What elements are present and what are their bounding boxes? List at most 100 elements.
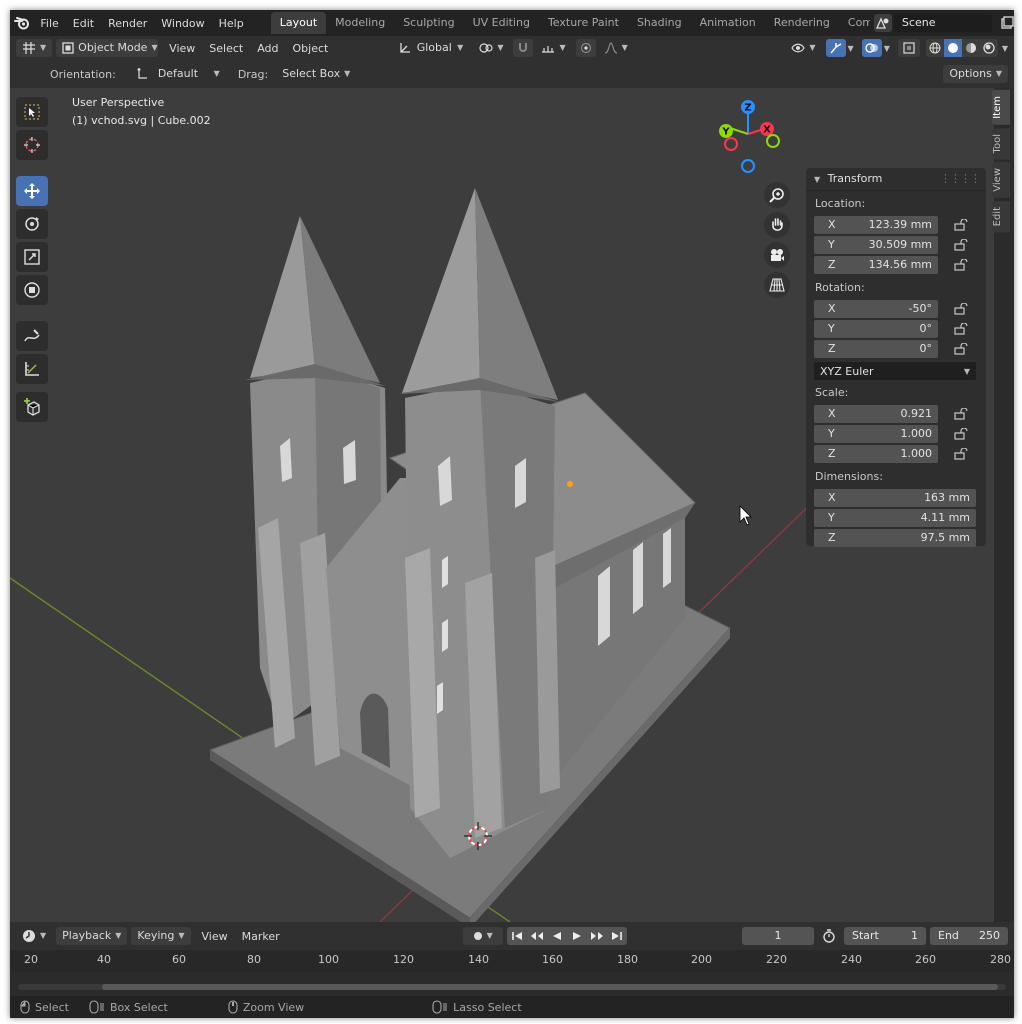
keying-dropdown[interactable]: Keying ▼ <box>131 927 191 945</box>
jump-start-icon[interactable] <box>506 927 527 945</box>
chevron-down-icon[interactable]: ▼ <box>884 44 890 53</box>
shading-wireframe-icon[interactable] <box>925 39 944 57</box>
lock-icon[interactable] <box>954 238 968 251</box>
3d-viewport[interactable]: User Perspective (1) vchod.svg | Cube.00… <box>10 88 994 922</box>
tab-animation[interactable]: Animation <box>691 12 765 34</box>
play-icon[interactable] <box>566 927 587 945</box>
chevron-down-icon[interactable]: ▼ <box>1002 44 1008 53</box>
rotation-x-field[interactable]: X -50° <box>814 299 938 318</box>
mode-dropdown[interactable]: Object Mode ▼ <box>56 39 159 57</box>
gizmo-toggle-button[interactable] <box>825 39 846 57</box>
lock-icon[interactable] <box>954 258 968 271</box>
pivot-point-button[interactable]: ▼ <box>473 39 510 57</box>
options-dropdown[interactable]: Options ▼ <box>943 65 1008 83</box>
auto-keying-button[interactable]: ▼ <box>462 927 503 945</box>
tab-shading[interactable]: Shading <box>628 12 691 34</box>
scene-selector-icon[interactable] <box>873 14 892 32</box>
play-reverse-icon[interactable] <box>546 927 567 945</box>
gizmo-neg-z-axis[interactable] <box>741 159 755 173</box>
orientation-setting-dropdown[interactable]: Default ▼ <box>129 65 226 83</box>
drag-setting-dropdown[interactable]: Select Box ▼ <box>276 65 350 83</box>
annotate-tool[interactable] <box>16 321 48 351</box>
timeline-scrollbar-thumb[interactable] <box>102 984 998 990</box>
tab-sculpting[interactable]: Sculpting <box>394 12 463 34</box>
vp-menu-select[interactable]: Select <box>202 42 250 55</box>
cursor-tool[interactable] <box>16 130 48 160</box>
transform-tool[interactable] <box>16 275 48 305</box>
gizmo-neg-x-axis[interactable] <box>724 137 738 151</box>
jump-end-icon[interactable] <box>606 927 627 945</box>
pan-view-button[interactable] <box>764 212 790 238</box>
dimensions-x-field[interactable]: X 163 mm <box>814 488 976 507</box>
move-tool[interactable] <box>16 176 48 206</box>
overlays-toggle-button[interactable] <box>861 39 882 57</box>
lock-icon[interactable] <box>954 407 968 420</box>
proportional-edit-icon[interactable] <box>575 39 596 57</box>
timeline-menu-marker[interactable]: Marker <box>235 930 287 943</box>
xray-toggle-icon[interactable] <box>897 39 920 57</box>
lock-icon[interactable] <box>954 342 968 355</box>
vp-menu-object[interactable]: Object <box>286 42 336 55</box>
shading-solid-icon[interactable] <box>943 39 962 57</box>
falloff-button[interactable]: ▼ <box>597 39 634 57</box>
timeline-menu-view[interactable]: View <box>195 930 235 943</box>
start-frame-field[interactable]: Start 1 <box>844 927 926 945</box>
scale-tool[interactable] <box>16 242 48 272</box>
rotate-tool[interactable] <box>16 209 48 239</box>
scale-z-field[interactable]: Z 1.000 <box>814 444 938 463</box>
measure-tool[interactable] <box>16 354 48 384</box>
rotation-y-field[interactable]: Y 0° <box>814 319 938 338</box>
scene-name-field[interactable]: Scene <box>893 14 992 32</box>
zoom-view-button[interactable] <box>764 182 790 208</box>
shading-material-icon[interactable] <box>961 39 980 57</box>
dimensions-z-field[interactable]: Z 97.5 mm <box>814 528 976 547</box>
tab-item[interactable]: Item <box>992 90 1010 125</box>
lock-icon[interactable] <box>954 322 968 335</box>
tab-modeling[interactable]: Modeling <box>326 12 394 34</box>
tab-layout[interactable]: Layout <box>270 12 327 34</box>
new-scene-icon[interactable] <box>1000 16 1014 30</box>
snap-toggle-icon[interactable] <box>513 39 534 57</box>
menu-edit[interactable]: Edit <box>66 17 101 30</box>
tab-view[interactable]: View <box>992 162 1010 198</box>
menu-render[interactable]: Render <box>101 17 154 30</box>
navigation-gizmo[interactable]: Z X Y <box>710 94 790 174</box>
editor-type-button[interactable]: ▼ <box>16 39 53 57</box>
tab-uv-editing[interactable]: UV Editing <box>464 12 539 34</box>
snap-target-button[interactable]: ▼ <box>535 39 572 57</box>
chevron-down-icon[interactable]: ▼ <box>848 44 854 53</box>
add-cube-tool[interactable] <box>16 392 48 422</box>
vp-menu-view[interactable]: View <box>162 42 202 55</box>
end-frame-field[interactable]: End 250 <box>930 927 1008 945</box>
select-box-tool[interactable] <box>16 97 48 127</box>
lock-icon[interactable] <box>954 447 968 460</box>
timeline-scrollbar[interactable] <box>18 984 1006 990</box>
blender-logo-icon[interactable] <box>10 16 33 30</box>
location-x-field[interactable]: X 123.39 mm <box>814 215 938 234</box>
tab-tool[interactable]: Tool <box>992 127 1010 160</box>
tab-rendering[interactable]: Rendering <box>765 12 839 34</box>
location-z-field[interactable]: Z 134.56 mm <box>814 255 938 274</box>
dimensions-y-field[interactable]: Y 4.11 mm <box>814 508 976 527</box>
lock-icon[interactable] <box>954 218 968 231</box>
location-y-field[interactable]: Y 30.509 mm <box>814 235 938 254</box>
shading-rendered-icon[interactable] <box>979 39 998 57</box>
lock-icon[interactable] <box>954 427 968 440</box>
scale-y-field[interactable]: Y 1.000 <box>814 424 938 443</box>
rotation-mode-dropdown[interactable]: XYZ Euler ▼ <box>814 362 976 380</box>
stopwatch-icon[interactable] <box>822 929 836 943</box>
transform-panel-header[interactable]: ▼ Transform ⋮⋮⋮⋮ <box>806 168 986 191</box>
jump-keyframe-back-icon[interactable] <box>526 927 547 945</box>
gizmo-neg-y-axis[interactable] <box>766 134 780 148</box>
transform-orientation-dropdown[interactable]: Global ▼ <box>393 39 470 57</box>
timeline-track-area[interactable] <box>10 972 1014 992</box>
playback-dropdown[interactable]: Playback ▼ <box>56 927 128 945</box>
menu-window[interactable]: Window <box>154 17 211 30</box>
church-model[interactable] <box>208 188 731 922</box>
timeline-ruler[interactable]: 20 40 60 80 100 120 140 160 180 200 220 … <box>10 950 1014 972</box>
lock-icon[interactable] <box>954 302 968 315</box>
current-frame-field[interactable]: 1 <box>742 927 814 945</box>
scale-x-field[interactable]: X 0.921 <box>814 404 938 423</box>
rotation-z-field[interactable]: Z 0° <box>814 339 938 358</box>
menu-file[interactable]: File <box>33 17 65 30</box>
